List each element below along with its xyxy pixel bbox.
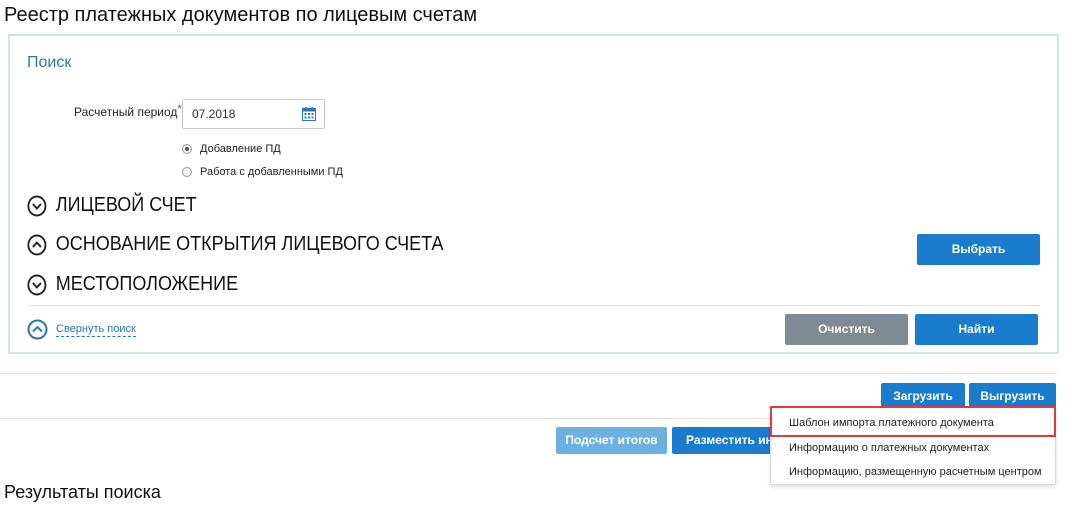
place-info-button[interactable]: Разместить инф bbox=[672, 427, 770, 454]
find-button[interactable]: Найти bbox=[915, 314, 1038, 345]
panel-divider bbox=[27, 305, 1040, 306]
radio-add-pd-label: Добавление ПД bbox=[200, 143, 281, 155]
section-personal-account-label: ЛИЦЕВОЙ СЧЕТ bbox=[55, 194, 197, 216]
collapse-search-link[interactable]: Свернуть поиск bbox=[56, 323, 136, 337]
search-panel: Поиск Расчетный период* 07.2018 Добавлен… bbox=[8, 34, 1059, 354]
chevron-up-circle-icon[interactable] bbox=[27, 319, 48, 340]
section-personal-account[interactable]: ЛИЦЕВОЙ СЧЕТ bbox=[27, 194, 197, 217]
radio-work-pd[interactable]: Работа с добавленными ПД bbox=[182, 166, 343, 178]
chevron-down-circle-icon[interactable] bbox=[27, 274, 47, 296]
section-location-label: МЕСТОПОЛОЖЕНИЕ bbox=[55, 273, 239, 295]
select-button[interactable]: Выбрать bbox=[917, 234, 1040, 265]
results-title: Результаты поиска bbox=[4, 482, 161, 502]
toolbar-divider bbox=[0, 418, 770, 419]
section-location[interactable]: МЕСТОПОЛОЖЕНИЕ bbox=[27, 273, 238, 296]
clear-button[interactable]: Очистить bbox=[785, 314, 908, 345]
menu-item-payment-docs-info[interactable]: Информацию о платежных документах bbox=[771, 435, 1055, 461]
radio-work-pd-label: Работа с добавленными ПД bbox=[200, 166, 343, 178]
section-account-basis-label: ОСНОВАНИЕ ОТКРЫТИЯ ЛИЦЕВОГО СЧЕТА bbox=[55, 233, 444, 255]
period-label-text: Расчетный период bbox=[74, 105, 178, 119]
period-value: 07.2018 bbox=[192, 107, 236, 121]
page-title: Реестр платежных документов по лицевым с… bbox=[4, 4, 478, 26]
period-input[interactable]: 07.2018 bbox=[182, 99, 325, 129]
calendar-icon[interactable] bbox=[302, 107, 316, 121]
section-account-basis[interactable]: ОСНОВАНИЕ ОТКРЫТИЯ ЛИЦЕВОГО СЧЕТА bbox=[27, 233, 444, 256]
radio-button-selected[interactable] bbox=[182, 144, 192, 154]
radio-add-pd[interactable]: Добавление ПД bbox=[182, 143, 281, 155]
menu-item-settlement-center-info[interactable]: Информацию, размещенную расчетным центро… bbox=[771, 459, 1055, 485]
section-divider bbox=[0, 373, 1057, 374]
search-heading: Поиск bbox=[27, 54, 72, 71]
period-label: Расчетный период* bbox=[74, 103, 182, 119]
chevron-down-circle-icon[interactable] bbox=[27, 195, 47, 217]
radio-button[interactable] bbox=[182, 167, 192, 177]
totals-button[interactable]: Подсчет итогов bbox=[556, 427, 667, 454]
collapse-search[interactable]: Свернуть поиск bbox=[27, 319, 136, 340]
chevron-up-circle-icon[interactable] bbox=[27, 234, 47, 256]
highlight-frame bbox=[770, 406, 1056, 437]
